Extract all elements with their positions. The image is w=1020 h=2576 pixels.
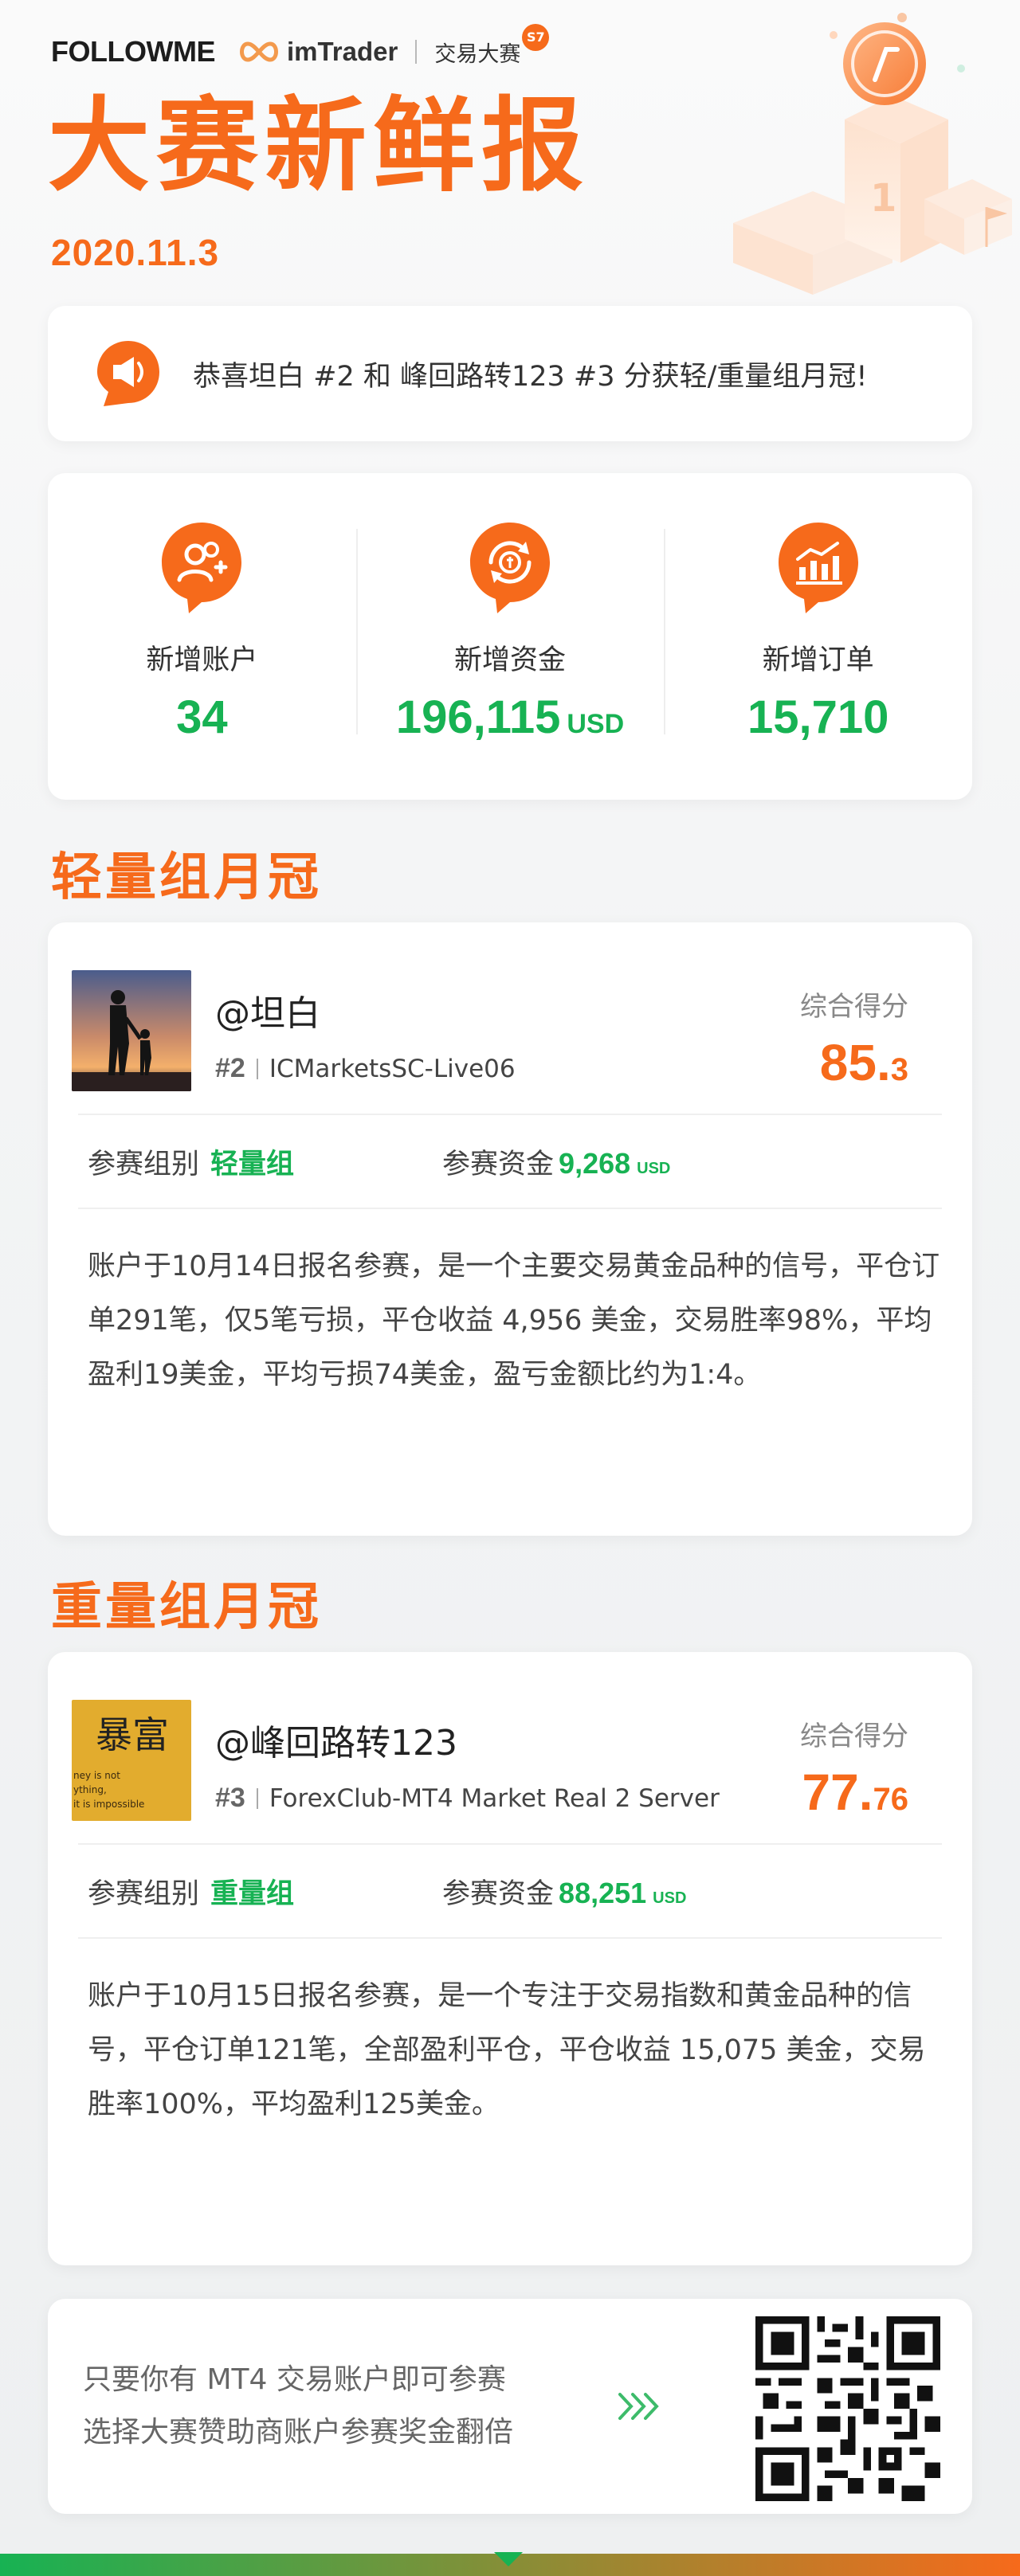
stat-new-orders: 新增订单 15,710 [664, 473, 972, 800]
stat-new-accounts: 新增账户 34 [48, 473, 356, 800]
stat-label: 新增资金 [454, 644, 567, 676]
winner-header: @坦白 #2 ICMarketsSC-Live06 综合得分 85.3 [72, 922, 942, 1114]
winner-info: @峰回路转123 #3 ForexClub-MT4 Market Real 2 … [215, 1714, 720, 1814]
imtrader-logo: imTrader [236, 37, 398, 67]
group-info: 参赛组别 重量组 [88, 1871, 294, 1912]
brand-row: FOLLOWME imTrader 交易大赛 S7 [51, 23, 550, 72]
score-box: 综合得分 85.3 [800, 985, 908, 1092]
infinity-logo-icon [239, 41, 278, 62]
qr-code[interactable] [752, 2316, 944, 2501]
stat-number: 15,710 [747, 691, 889, 743]
meta-separator [256, 1787, 258, 1809]
funds-icon [470, 523, 550, 613]
score-box: 综合得分 77.76 [800, 1714, 908, 1822]
announcement-text: 恭喜坦白 #2 和 峰回路转123 #3 分获轻/重量组月冠! [193, 360, 868, 393]
fund-unit: USD [637, 1159, 671, 1177]
poster-page: 1 FOLLOWME imTrader 交易大赛 S7 大赛新鲜报 2020.1… [0, 0, 1020, 2576]
bottom-accent-bar [0, 2552, 1020, 2576]
imtrader-logo-text: imTrader [286, 37, 398, 66]
followme-logo: FOLLOWME [51, 35, 215, 68]
podium-trophy-illustration: 1 [733, 13, 1012, 295]
orders-chart-icon [778, 523, 858, 613]
contest-name-text: 交易大赛 [434, 41, 521, 67]
avatar-title-text: 暴富 [96, 1713, 169, 1756]
winner-card-heavy: 暴富 ney is not ything, it is impossible @… [48, 1652, 972, 2265]
avatar [72, 970, 191, 1091]
info-row: 参赛组别 轻量组 参赛资金 9,268 USD [78, 1115, 942, 1208]
group-info: 参赛组别 轻量组 [88, 1141, 294, 1182]
meta-separator [256, 1058, 258, 1079]
fund-label: 参赛资金 [442, 1877, 555, 1910]
score-integer: 85. [819, 1034, 891, 1091]
info-row: 参赛组别 重量组 参赛资金 88,251 USD [78, 1845, 942, 1937]
winner-rank: #2 [215, 1053, 245, 1083]
svg-text:1: 1 [870, 176, 896, 221]
megaphone-icon [97, 341, 159, 406]
avatar: 暴富 ney is not ything, it is impossible [72, 1700, 191, 1821]
stat-number: 196,115 [395, 691, 561, 743]
stat-new-funds: 新增资金 196,115 USD [355, 473, 665, 800]
bottom-notch [494, 2552, 523, 2566]
fund-info: 参赛资金 9,268 USD [442, 1141, 670, 1182]
section-title-heavy-group: 重量组月冠 [51, 1578, 322, 1637]
avatar-caption-text: ney is not ything, it is impossible [73, 1770, 145, 1810]
score-label: 综合得分 [800, 991, 908, 1023]
winner-server: ForexClub-MT4 Market Real 2 Server [269, 1783, 720, 1813]
score-decimal: 76 [873, 1782, 909, 1817]
winner-description: 账户于10月15日报名参赛，是一个专注于交易指数和黄金品种的信号，平仓订单121… [88, 1980, 926, 2120]
stat-value: 34 [176, 691, 228, 744]
winner-rank: #3 [215, 1783, 245, 1813]
stat-number: 34 [176, 691, 228, 743]
stat-value: 196,115 USD [396, 691, 624, 744]
winner-description: 账户于10月14日报名参赛，是一个主要交易黄金品种的信号，平仓订单291笔，仅5… [88, 1251, 940, 1391]
footer-line-2: 选择大赛赞助商账户参赛奖金翻倍 [83, 2416, 514, 2449]
stat-value: 15,710 [747, 691, 889, 744]
contest-name: 交易大赛 S7 [434, 23, 550, 68]
score-value: 77.76 [800, 1763, 908, 1822]
fund-label: 参赛资金 [442, 1148, 555, 1180]
score-value: 85.3 [800, 1033, 908, 1092]
score-integer: 77. [802, 1764, 873, 1821]
report-date: 2020.11.3 [51, 232, 220, 273]
brand-separator [415, 40, 418, 64]
season-badge: S7 [522, 23, 550, 51]
group-label: 参赛组别 [88, 1877, 200, 1910]
footer-line-1: 只要你有 MT4 交易账户即可参赛 [83, 2363, 506, 2396]
fund-unit: USD [653, 1889, 687, 1907]
winner-header: 暴富 ney is not ything, it is impossible @… [72, 1652, 942, 1843]
fund-value: 9,268 [559, 1146, 631, 1180]
score-label: 综合得分 [800, 1721, 908, 1752]
winner-server: ICMarketsSC-Live06 [269, 1054, 516, 1083]
winner-card-light: @坦白 #2 ICMarketsSC-Live06 综合得分 85.3 参赛组别… [48, 922, 972, 1536]
group-value: 轻量组 [210, 1148, 295, 1180]
footer-card: 只要你有 MT4 交易账户即可参赛 选择大赛赞助商账户参赛奖金翻倍 [48, 2299, 972, 2514]
users-icon [162, 523, 242, 613]
winner-name: @峰回路转123 [215, 1723, 457, 1764]
announcement-card: 恭喜坦白 #2 和 峰回路转123 #3 分获轻/重量组月冠! [48, 306, 972, 441]
winner-meta: #2 ICMarketsSC-Live06 [215, 1053, 516, 1084]
winner-name: @坦白 [215, 993, 320, 1034]
fund-value: 88,251 [559, 1876, 647, 1909]
stat-unit: USD [567, 709, 625, 739]
page-title: 大赛新鲜报 [48, 87, 590, 206]
footer-text: 只要你有 MT4 交易账户即可参赛 选择大赛赞助商账户参赛奖金翻倍 [83, 2354, 513, 2459]
winner-info: @坦白 #2 ICMarketsSC-Live06 [215, 985, 516, 1084]
stat-label: 新增账户 [146, 644, 258, 676]
triple-chevron-right-icon [618, 2393, 659, 2420]
group-value: 重量组 [210, 1877, 295, 1910]
group-label: 参赛组别 [88, 1148, 200, 1180]
fund-info: 参赛资金 88,251 USD [442, 1871, 686, 1912]
stat-label: 新增订单 [762, 644, 874, 676]
section-title-light-group: 轻量组月冠 [51, 848, 322, 907]
score-decimal: 3 [890, 1052, 908, 1087]
stats-card: 新增账户 34 新增资金 196,115 USD 新增订单 15,710 [48, 473, 972, 800]
winner-meta: #3 ForexClub-MT4 Market Real 2 Server [215, 1783, 720, 1814]
